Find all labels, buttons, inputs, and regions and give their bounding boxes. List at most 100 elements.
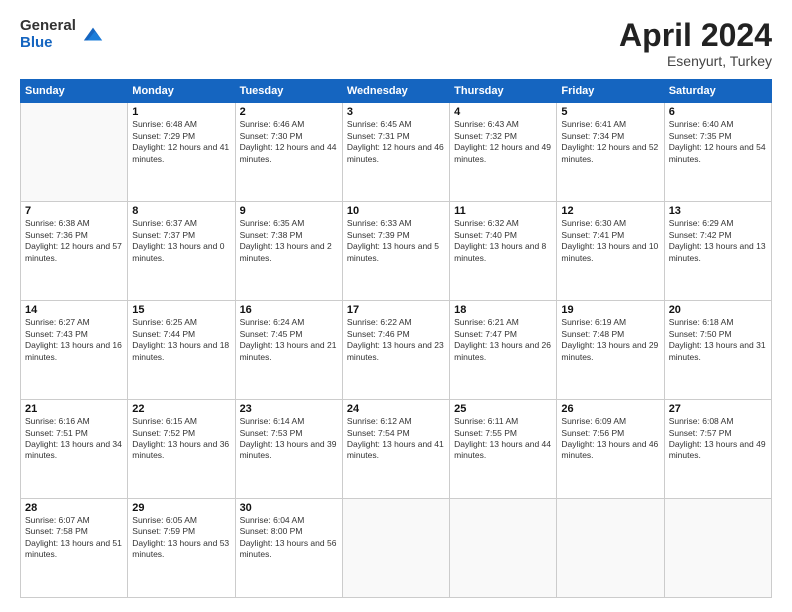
day-number: 8	[132, 205, 230, 217]
day-number: 13	[669, 205, 767, 217]
daylight-text: Daylight: 13 hours and 10 minutes.	[561, 241, 659, 264]
sunrise-text: Sunrise: 6:46 AM	[240, 119, 338, 130]
calendar-cell-w3-d6: 19Sunrise: 6:19 AMSunset: 7:48 PMDayligh…	[557, 301, 664, 400]
day-number: 21	[25, 403, 123, 415]
daylight-text: Daylight: 12 hours and 46 minutes.	[347, 142, 445, 165]
col-tuesday: Tuesday	[235, 80, 342, 103]
sunrise-text: Sunrise: 6:32 AM	[454, 218, 552, 229]
day-number: 10	[347, 205, 445, 217]
day-number: 17	[347, 304, 445, 316]
sunrise-text: Sunrise: 6:08 AM	[669, 416, 767, 427]
daylight-text: Daylight: 12 hours and 54 minutes.	[669, 142, 767, 165]
calendar-cell-w5-d6	[557, 499, 664, 598]
day-info: Sunrise: 6:24 AMSunset: 7:45 PMDaylight:…	[240, 317, 338, 363]
daylight-text: Daylight: 13 hours and 18 minutes.	[132, 340, 230, 363]
calendar-cell-w3-d7: 20Sunrise: 6:18 AMSunset: 7:50 PMDayligh…	[664, 301, 771, 400]
sunset-text: Sunset: 7:46 PM	[347, 329, 445, 340]
daylight-text: Daylight: 13 hours and 26 minutes.	[454, 340, 552, 363]
sunset-text: Sunset: 7:55 PM	[454, 428, 552, 439]
sunset-text: Sunset: 8:00 PM	[240, 526, 338, 537]
day-info: Sunrise: 6:19 AMSunset: 7:48 PMDaylight:…	[561, 317, 659, 363]
calendar-week-3: 14Sunrise: 6:27 AMSunset: 7:43 PMDayligh…	[21, 301, 772, 400]
day-number: 16	[240, 304, 338, 316]
day-info: Sunrise: 6:35 AMSunset: 7:38 PMDaylight:…	[240, 218, 338, 264]
day-info: Sunrise: 6:07 AMSunset: 7:58 PMDaylight:…	[25, 515, 123, 561]
day-number: 2	[240, 106, 338, 118]
day-info: Sunrise: 6:37 AMSunset: 7:37 PMDaylight:…	[132, 218, 230, 264]
daylight-text: Daylight: 13 hours and 13 minutes.	[669, 241, 767, 264]
day-number: 9	[240, 205, 338, 217]
calendar-cell-w2-d6: 12Sunrise: 6:30 AMSunset: 7:41 PMDayligh…	[557, 202, 664, 301]
day-info: Sunrise: 6:30 AMSunset: 7:41 PMDaylight:…	[561, 218, 659, 264]
calendar-cell-w1-d3: 2Sunrise: 6:46 AMSunset: 7:30 PMDaylight…	[235, 103, 342, 202]
sunrise-text: Sunrise: 6:27 AM	[25, 317, 123, 328]
daylight-text: Daylight: 13 hours and 29 minutes.	[561, 340, 659, 363]
daylight-text: Daylight: 13 hours and 34 minutes.	[25, 439, 123, 462]
day-number: 19	[561, 304, 659, 316]
calendar-cell-w4-d5: 25Sunrise: 6:11 AMSunset: 7:55 PMDayligh…	[450, 400, 557, 499]
sunset-text: Sunset: 7:50 PM	[669, 329, 767, 340]
sunrise-text: Sunrise: 6:18 AM	[669, 317, 767, 328]
day-number: 30	[240, 502, 338, 514]
calendar-cell-w3-d3: 16Sunrise: 6:24 AMSunset: 7:45 PMDayligh…	[235, 301, 342, 400]
sunrise-text: Sunrise: 6:41 AM	[561, 119, 659, 130]
calendar-cell-w2-d4: 10Sunrise: 6:33 AMSunset: 7:39 PMDayligh…	[342, 202, 449, 301]
daylight-text: Daylight: 13 hours and 16 minutes.	[25, 340, 123, 363]
sunrise-text: Sunrise: 6:15 AM	[132, 416, 230, 427]
day-info: Sunrise: 6:32 AMSunset: 7:40 PMDaylight:…	[454, 218, 552, 264]
day-info: Sunrise: 6:48 AMSunset: 7:29 PMDaylight:…	[132, 119, 230, 165]
daylight-text: Daylight: 13 hours and 53 minutes.	[132, 538, 230, 561]
day-number: 7	[25, 205, 123, 217]
day-info: Sunrise: 6:18 AMSunset: 7:50 PMDaylight:…	[669, 317, 767, 363]
day-info: Sunrise: 6:16 AMSunset: 7:51 PMDaylight:…	[25, 416, 123, 462]
calendar-cell-w3-d2: 15Sunrise: 6:25 AMSunset: 7:44 PMDayligh…	[128, 301, 235, 400]
day-info: Sunrise: 6:27 AMSunset: 7:43 PMDaylight:…	[25, 317, 123, 363]
logo-blue-text: Blue	[20, 35, 76, 52]
sunset-text: Sunset: 7:35 PM	[669, 131, 767, 142]
daylight-text: Daylight: 13 hours and 8 minutes.	[454, 241, 552, 264]
calendar-cell-w5-d5	[450, 499, 557, 598]
daylight-text: Daylight: 13 hours and 0 minutes.	[132, 241, 230, 264]
sunset-text: Sunset: 7:30 PM	[240, 131, 338, 142]
day-info: Sunrise: 6:04 AMSunset: 8:00 PMDaylight:…	[240, 515, 338, 561]
col-saturday: Saturday	[664, 80, 771, 103]
sunrise-text: Sunrise: 6:14 AM	[240, 416, 338, 427]
calendar-cell-w1-d4: 3Sunrise: 6:45 AMSunset: 7:31 PMDaylight…	[342, 103, 449, 202]
calendar-cell-w1-d7: 6Sunrise: 6:40 AMSunset: 7:35 PMDaylight…	[664, 103, 771, 202]
col-monday: Monday	[128, 80, 235, 103]
day-number: 27	[669, 403, 767, 415]
day-number: 4	[454, 106, 552, 118]
sunrise-text: Sunrise: 6:19 AM	[561, 317, 659, 328]
daylight-text: Daylight: 13 hours and 2 minutes.	[240, 241, 338, 264]
title-block: April 2024 Esenyurt, Turkey	[619, 18, 772, 69]
col-friday: Friday	[557, 80, 664, 103]
sunrise-text: Sunrise: 6:43 AM	[454, 119, 552, 130]
sunset-text: Sunset: 7:44 PM	[132, 329, 230, 340]
calendar-cell-w2-d3: 9Sunrise: 6:35 AMSunset: 7:38 PMDaylight…	[235, 202, 342, 301]
sunrise-text: Sunrise: 6:09 AM	[561, 416, 659, 427]
sunset-text: Sunset: 7:52 PM	[132, 428, 230, 439]
sunset-text: Sunset: 7:53 PM	[240, 428, 338, 439]
calendar-week-4: 21Sunrise: 6:16 AMSunset: 7:51 PMDayligh…	[21, 400, 772, 499]
daylight-text: Daylight: 12 hours and 49 minutes.	[454, 142, 552, 165]
title-month: April 2024	[619, 18, 772, 53]
day-number: 23	[240, 403, 338, 415]
day-info: Sunrise: 6:25 AMSunset: 7:44 PMDaylight:…	[132, 317, 230, 363]
day-number: 29	[132, 502, 230, 514]
daylight-text: Daylight: 13 hours and 23 minutes.	[347, 340, 445, 363]
calendar-week-5: 28Sunrise: 6:07 AMSunset: 7:58 PMDayligh…	[21, 499, 772, 598]
calendar-cell-w1-d2: 1Sunrise: 6:48 AMSunset: 7:29 PMDaylight…	[128, 103, 235, 202]
col-sunday: Sunday	[21, 80, 128, 103]
daylight-text: Daylight: 13 hours and 39 minutes.	[240, 439, 338, 462]
daylight-text: Daylight: 13 hours and 46 minutes.	[561, 439, 659, 462]
day-info: Sunrise: 6:46 AMSunset: 7:30 PMDaylight:…	[240, 119, 338, 165]
day-number: 22	[132, 403, 230, 415]
daylight-text: Daylight: 13 hours and 41 minutes.	[347, 439, 445, 462]
calendar-cell-w2-d7: 13Sunrise: 6:29 AMSunset: 7:42 PMDayligh…	[664, 202, 771, 301]
day-number: 6	[669, 106, 767, 118]
sunset-text: Sunset: 7:40 PM	[454, 230, 552, 241]
sunset-text: Sunset: 7:37 PM	[132, 230, 230, 241]
page: General Blue April 2024 Esenyurt, Turkey…	[0, 0, 792, 612]
sunset-text: Sunset: 7:38 PM	[240, 230, 338, 241]
day-info: Sunrise: 6:41 AMSunset: 7:34 PMDaylight:…	[561, 119, 659, 165]
